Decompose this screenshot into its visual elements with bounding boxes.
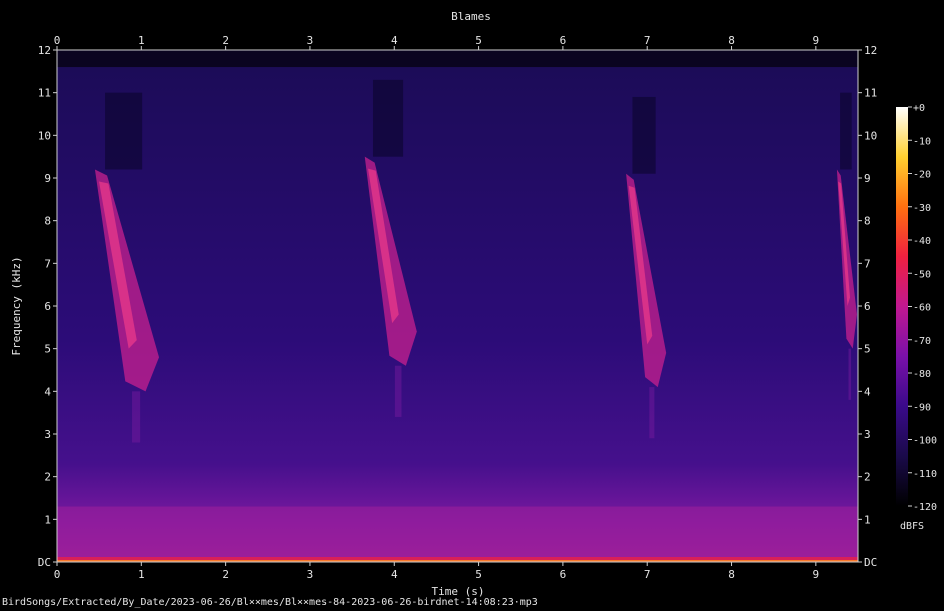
y-tick-label-left: 4 <box>44 385 51 398</box>
y-tick-label-right: 11 <box>864 87 877 100</box>
colorbar-tick-label: -70 <box>913 336 931 347</box>
x-tick-label-top: 1 <box>138 34 145 47</box>
colorbar-tick-label: -120 <box>913 502 937 513</box>
colorbar-label: dBFS <box>900 521 924 532</box>
call-shadow <box>840 92 852 170</box>
x-tick-label-top: 2 <box>222 34 229 47</box>
bird-call-tail <box>649 387 655 439</box>
y-tick-label-right: 4 <box>864 385 871 398</box>
colorbar-tick-label: -110 <box>913 469 937 480</box>
bird-call-tail <box>848 348 852 400</box>
colorbar-tick-label: +0 <box>913 103 925 114</box>
colorbar-tick-label: -20 <box>913 170 931 181</box>
x-tick-label-top: 4 <box>391 34 398 47</box>
y-tick-label-right: 6 <box>864 300 871 313</box>
y-tick-label-left: 12 <box>38 44 51 57</box>
colorbar: +0 -10 -20 -30 -40 -50 -60 -70 -80 -90 -100 -110 -12… <box>896 103 937 532</box>
y-tick-label-left: 6 <box>44 300 51 313</box>
x-axis-top: 0 1 2 3 4 5 6 7 8 9 <box>54 34 819 50</box>
colorbar-tick-label: -60 <box>913 303 931 314</box>
y-tick-label-left: 7 <box>44 257 51 270</box>
y-axis-left: DC123456789101112 <box>38 44 57 569</box>
y-axis-right: DC123456789101112 <box>858 44 877 569</box>
low-band-energy <box>57 506 858 562</box>
colorbar-ticks: +0 -10 -20 -30 -40 -50 -60 -70 -80 -90 -100 -110 -12… <box>908 103 937 513</box>
y-tick-label-right: 3 <box>864 428 871 441</box>
spectrogram-plot <box>56 49 859 563</box>
call-shadow <box>105 92 143 170</box>
colorbar-tick-label: -40 <box>913 236 931 247</box>
x-tick-label-bottom: 5 <box>475 568 482 581</box>
colorbar-tick-label: -10 <box>913 136 931 147</box>
y-tick-label-right: 7 <box>864 257 871 270</box>
x-tick-label-bottom: 7 <box>644 568 651 581</box>
y-tick-label-left: 3 <box>44 428 51 441</box>
y-tick-label-right: 1 <box>864 513 871 526</box>
file-path-caption: BirdSongs/Extracted/By_Date/2023-06-26/B… <box>2 597 538 608</box>
y-tick-label-left: 11 <box>38 87 51 100</box>
y-tick-label-left: 8 <box>44 215 51 228</box>
y-tick-label-right: 10 <box>864 129 877 142</box>
x-tick-label-top: 9 <box>813 34 820 47</box>
y-tick-label-left: 5 <box>44 343 51 356</box>
x-tick-label-top: 7 <box>644 34 651 47</box>
spectrogram-noise-floor <box>57 67 858 563</box>
x-axis-bottom: 0 1 2 3 4 5 6 7 8 9 <box>54 562 819 581</box>
y-tick-label-right: 5 <box>864 343 871 356</box>
x-tick-label-top: 8 <box>728 34 735 47</box>
colorbar-tick-label: -100 <box>913 436 937 447</box>
spectrogram-figure: 0123456789 0123456789 DC123456789101112 … <box>10 10 937 598</box>
y-tick-label-left: 10 <box>38 129 51 142</box>
bird-call-tail <box>132 391 141 443</box>
y-tick-label-right: 2 <box>864 471 871 484</box>
y-tick-label-left: 9 <box>44 172 51 185</box>
colorbar-tick-label: -90 <box>913 402 931 413</box>
y-tick-label-right: 8 <box>864 215 871 228</box>
colorbar-tick-label: -30 <box>913 203 931 214</box>
bird-call-tail <box>394 365 402 417</box>
x-tick-label-bottom: 4 <box>391 568 398 581</box>
x-tick-label-bottom: 9 <box>813 568 820 581</box>
x-tick-label-bottom: 1 <box>138 568 145 581</box>
low-frequency-band <box>57 506 858 562</box>
y-tick-label-left: 1 <box>44 513 51 526</box>
call-shadow <box>632 96 656 174</box>
x-tick-label-top: 3 <box>307 34 314 47</box>
y-tick-label-left: 2 <box>44 471 51 484</box>
x-tick-label-top: 5 <box>475 34 482 47</box>
x-tick-label-bottom: 8 <box>728 568 735 581</box>
y-tick-label-right: 12 <box>864 44 877 57</box>
y-tick-label-left: DC <box>38 556 51 569</box>
y-axis-label: Frequency (kHz) <box>10 256 23 355</box>
colorbar-tick-label: -80 <box>913 369 931 380</box>
x-tick-label-bottom: 2 <box>222 568 229 581</box>
x-tick-label-bottom: 0 <box>54 568 61 581</box>
x-tick-label-top: 6 <box>560 34 567 47</box>
x-tick-label-bottom: 3 <box>307 568 314 581</box>
y-tick-label-right: 9 <box>864 172 871 185</box>
chart-title: Blames <box>451 10 491 23</box>
x-tick-label-bottom: 6 <box>560 568 567 581</box>
colorbar-gradient <box>896 107 908 506</box>
colorbar-tick-label: -50 <box>913 269 931 280</box>
x-tick-label-top: 0 <box>54 34 61 47</box>
y-tick-label-right: DC <box>864 556 877 569</box>
call-shadow <box>372 79 404 157</box>
